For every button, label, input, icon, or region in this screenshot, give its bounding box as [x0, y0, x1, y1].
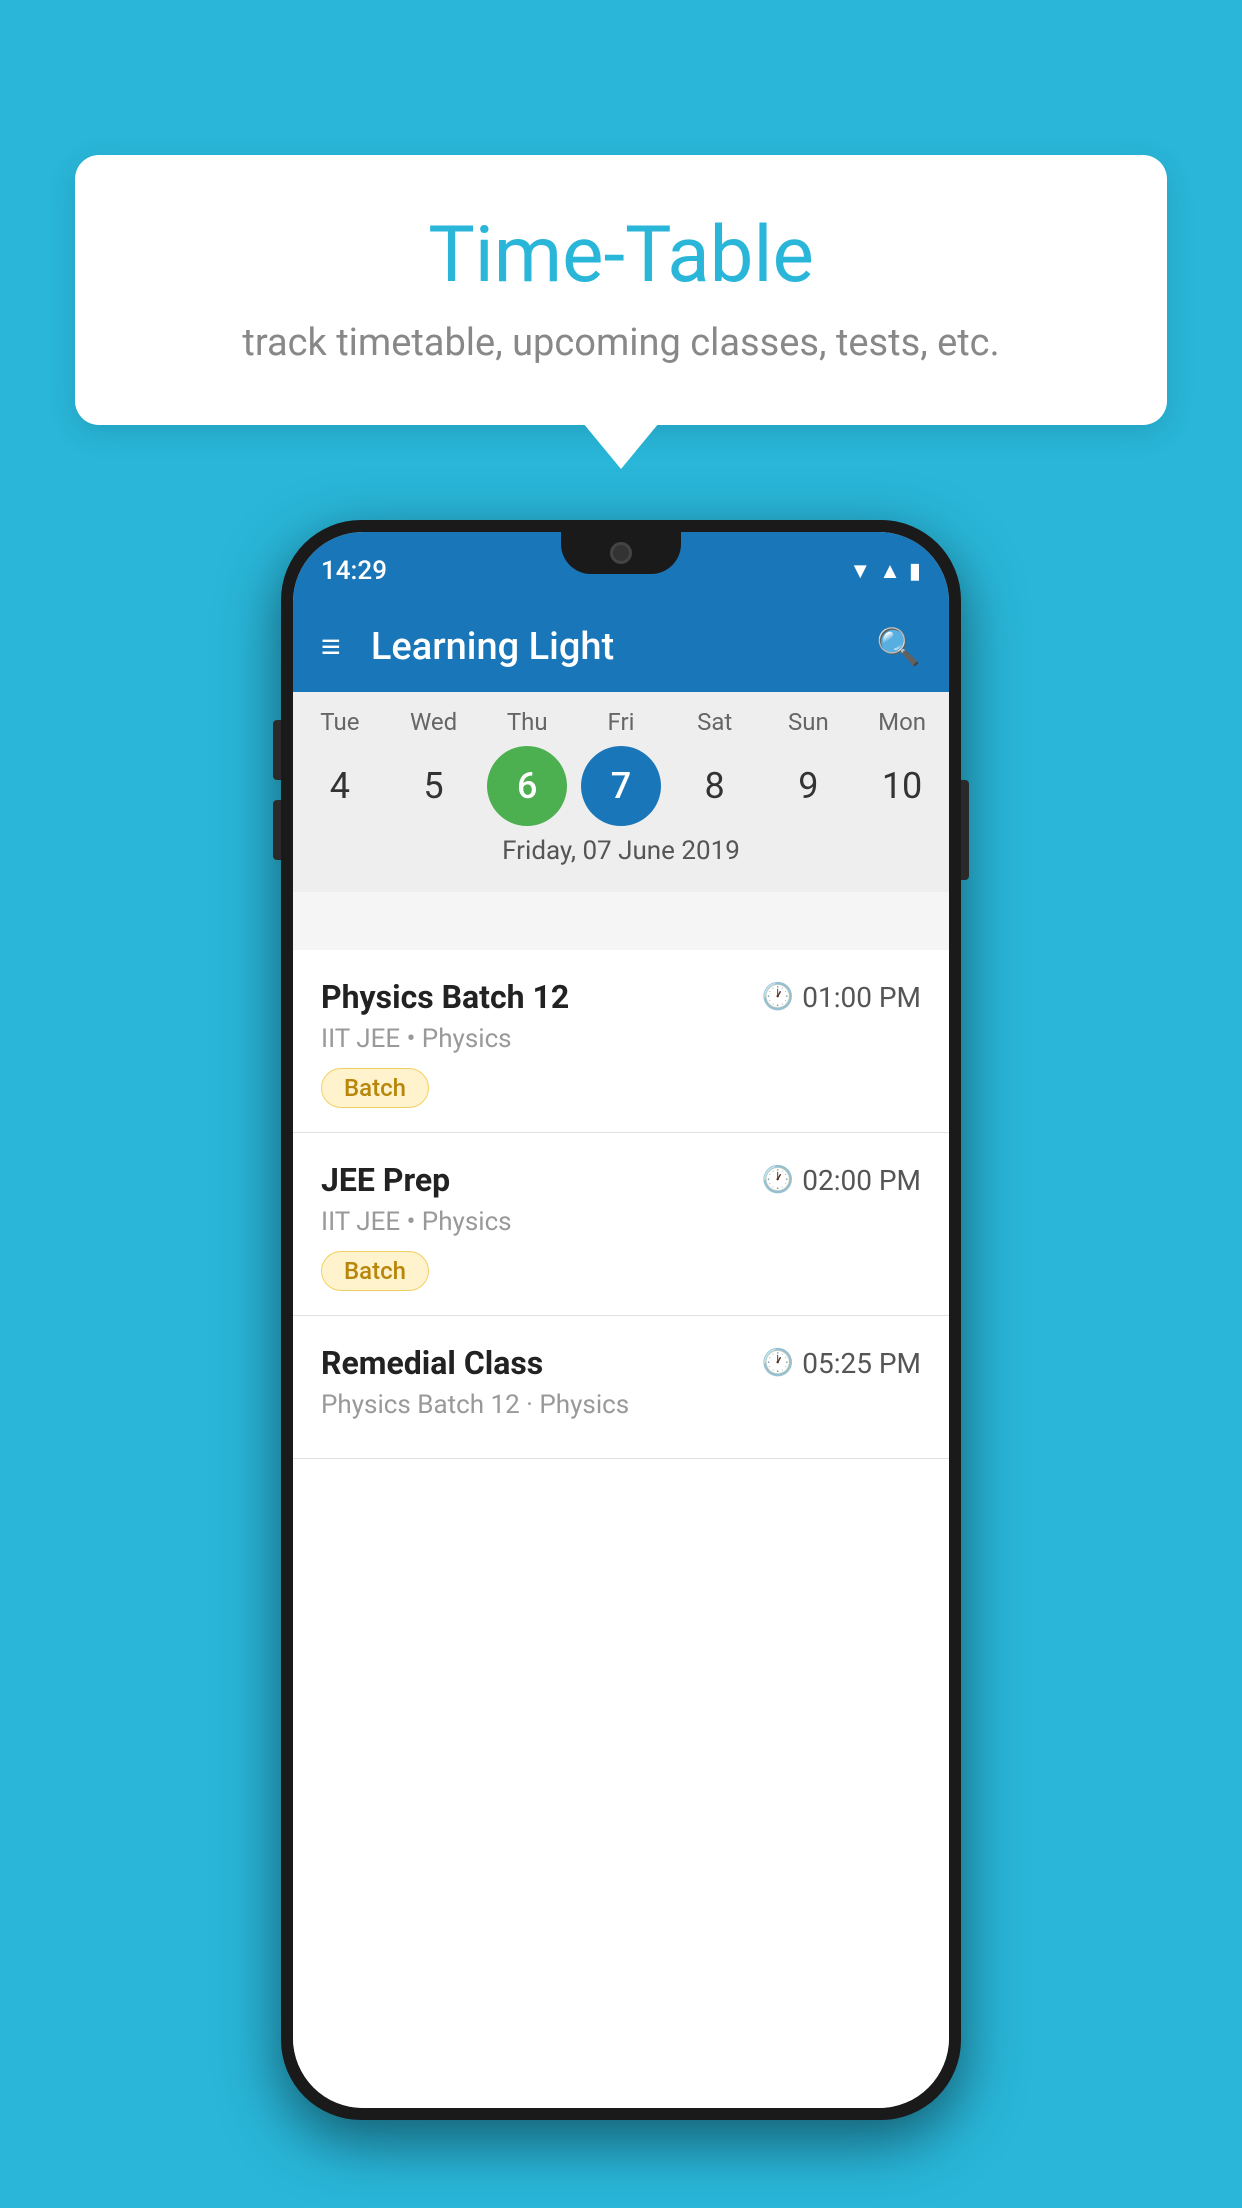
- status-time: 14:29: [321, 548, 387, 586]
- event-name-1: Physics Batch 12: [321, 978, 569, 1016]
- day-7-selected[interactable]: 7: [581, 746, 661, 826]
- speech-title: Time-Table: [135, 210, 1107, 301]
- clock-icon-3: 🕐: [762, 1348, 794, 1378]
- day-header-sat: Sat: [675, 708, 755, 736]
- status-icons: ▼ ▲ ▮: [849, 550, 921, 584]
- phone-frame: 14:29 ▼ ▲ ▮ ≡ Learning Light 🔍 Tue Wed T…: [281, 520, 961, 2120]
- day-6-today[interactable]: 6: [487, 746, 567, 826]
- day-4[interactable]: 4: [300, 746, 380, 826]
- event-row1-1: Physics Batch 12 🕐 01:00 PM: [321, 978, 921, 1016]
- event-name-3: Remedial Class: [321, 1344, 543, 1382]
- event-meta-3: Physics Batch 12 · Physics: [321, 1390, 921, 1420]
- event-name-2: JEE Prep: [321, 1161, 450, 1199]
- day-8[interactable]: 8: [675, 746, 755, 826]
- clock-icon-2: 🕐: [762, 1165, 794, 1195]
- day-header-sun: Sun: [768, 708, 848, 736]
- event-meta-2: IIT JEE • Physics: [321, 1207, 921, 1237]
- speech-bubble: Time-Table track timetable, upcoming cla…: [75, 155, 1167, 425]
- event-card-2[interactable]: JEE Prep 🕐 02:00 PM IIT JEE • Physics Ba…: [293, 1133, 949, 1316]
- battery-icon: ▮: [909, 559, 921, 584]
- phone-screen: 14:29 ▼ ▲ ▮ ≡ Learning Light 🔍 Tue Wed T…: [293, 532, 949, 2108]
- event-meta-1: IIT JEE • Physics: [321, 1024, 921, 1054]
- phone-notch: [561, 532, 681, 574]
- volume-up-button: [273, 720, 281, 780]
- day-10[interactable]: 10: [862, 746, 942, 826]
- day-header-tue: Tue: [300, 708, 380, 736]
- day-header-wed: Wed: [394, 708, 474, 736]
- event-time-wrapper-3: 🕐 05:25 PM: [762, 1347, 921, 1380]
- event-time-3: 05:25 PM: [802, 1347, 921, 1380]
- event-row1-2: JEE Prep 🕐 02:00 PM: [321, 1161, 921, 1199]
- events-list: Physics Batch 12 🕐 01:00 PM IIT JEE • Ph…: [293, 950, 949, 2108]
- day-header-mon: Mon: [862, 708, 942, 736]
- selected-date-label: Friday, 07 June 2019: [293, 826, 949, 880]
- app-bar: ≡ Learning Light 🔍: [293, 602, 949, 692]
- event-time-wrapper-2: 🕐 02:00 PM: [762, 1164, 921, 1197]
- search-icon[interactable]: 🔍: [876, 626, 921, 668]
- phone-mockup: 14:29 ▼ ▲ ▮ ≡ Learning Light 🔍 Tue Wed T…: [281, 520, 961, 2120]
- speech-subtitle: track timetable, upcoming classes, tests…: [135, 321, 1107, 365]
- day-header-thu: Thu: [487, 708, 567, 736]
- clock-icon-1: 🕐: [762, 982, 794, 1012]
- batch-badge-2: Batch: [321, 1251, 429, 1291]
- event-time-wrapper-1: 🕐 01:00 PM: [762, 981, 921, 1014]
- volume-down-button: [273, 800, 281, 860]
- power-button: [961, 780, 969, 880]
- event-card-3[interactable]: Remedial Class 🕐 05:25 PM Physics Batch …: [293, 1316, 949, 1459]
- signal-icon: ▲: [879, 558, 901, 584]
- day-5[interactable]: 5: [394, 746, 474, 826]
- calendar-strip: Tue Wed Thu Fri Sat Sun Mon 4 5 6 7 8 9 …: [293, 692, 949, 892]
- event-time-1: 01:00 PM: [802, 981, 921, 1014]
- event-card-1[interactable]: Physics Batch 12 🕐 01:00 PM IIT JEE • Ph…: [293, 950, 949, 1133]
- day-header-fri: Fri: [581, 708, 661, 736]
- event-time-2: 02:00 PM: [802, 1164, 921, 1197]
- event-row1-3: Remedial Class 🕐 05:25 PM: [321, 1344, 921, 1382]
- day-9[interactable]: 9: [768, 746, 848, 826]
- menu-icon[interactable]: ≡: [321, 627, 341, 667]
- app-title: Learning Light: [371, 625, 876, 669]
- day-headers: Tue Wed Thu Fri Sat Sun Mon: [293, 708, 949, 736]
- day-numbers: 4 5 6 7 8 9 10: [293, 746, 949, 826]
- batch-badge-1: Batch: [321, 1068, 429, 1108]
- wifi-icon: ▼: [849, 558, 871, 584]
- front-camera: [610, 542, 632, 564]
